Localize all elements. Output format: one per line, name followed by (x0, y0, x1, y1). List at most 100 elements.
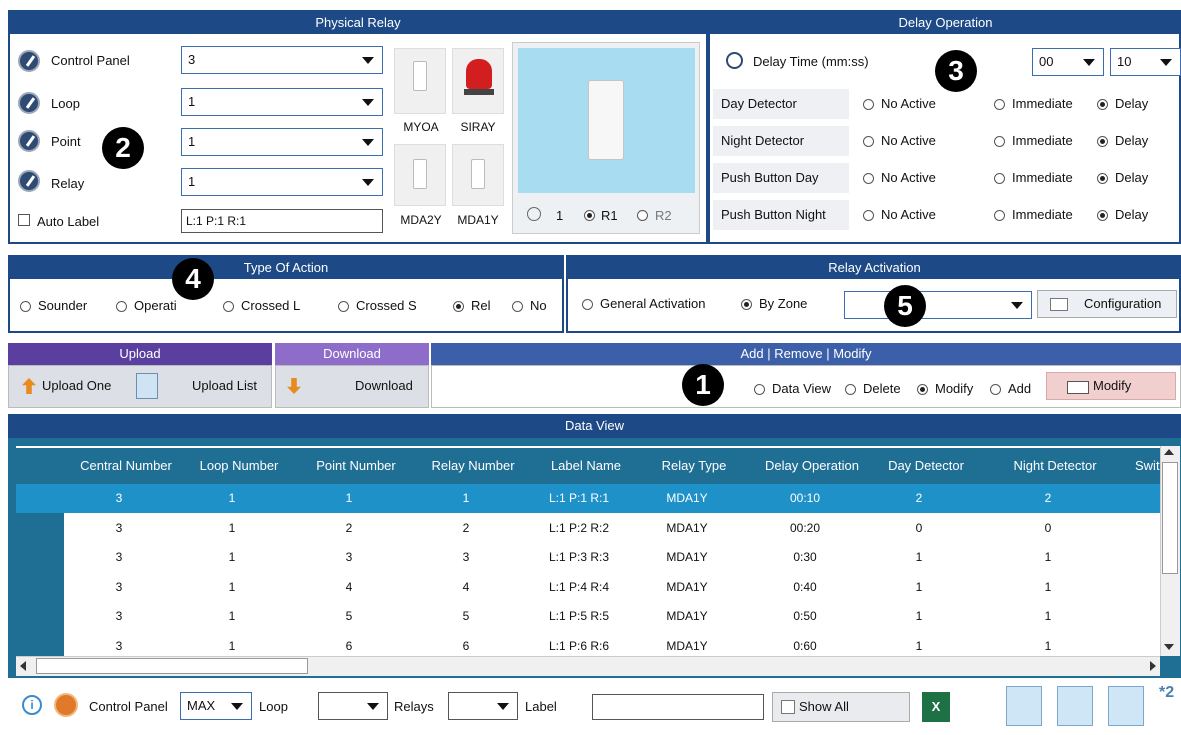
pin-icon (527, 207, 541, 221)
table-row[interactable]: 3 1 4 4 L:1 P:4 R:4 MDA1Y 0:40 1 1 (64, 573, 1160, 602)
data-view-radio[interactable] (754, 384, 765, 395)
delay-row-label: Day Detector (713, 89, 849, 119)
badge-4: 4 (172, 258, 214, 300)
label-field[interactable]: L:1 P:1 R:1 (181, 209, 383, 233)
add-radio[interactable] (990, 384, 1001, 395)
delay-minutes-select[interactable]: 00 (1032, 48, 1104, 76)
badge-3: 3 (935, 50, 977, 92)
cell-night-detector: 2 (1044, 491, 1052, 505)
delay-radio[interactable] (1097, 173, 1108, 184)
no-active-radio[interactable] (863, 173, 874, 184)
delay-operation-header: Delay Operation (710, 12, 1181, 34)
horizontal-scroll-thumb[interactable] (36, 658, 308, 674)
footer-label-field[interactable] (592, 694, 764, 720)
control-panel-label: Control Panel (51, 53, 130, 68)
upload-list-button[interactable]: Upload List (130, 373, 268, 401)
device-mda1y-thumbnail[interactable] (452, 144, 504, 206)
fit-width-icon[interactable] (1057, 686, 1093, 726)
footer-relays-label: Relays (394, 699, 434, 714)
column-delay-operation[interactable]: Delay Operation (747, 448, 877, 484)
zone-select[interactable] (844, 291, 1032, 319)
show-all-button[interactable]: Show All (772, 692, 910, 722)
footer-relays-select[interactable] (448, 692, 518, 720)
no-active-radio[interactable] (863, 99, 874, 110)
immediate-radio[interactable] (994, 173, 1005, 184)
relay-select[interactable]: 1 (181, 168, 383, 196)
immediate-label: Immediate (1012, 207, 1073, 222)
delay-radio[interactable] (1097, 210, 1108, 221)
operation-label: Operati (134, 298, 177, 313)
siren-base (464, 89, 494, 95)
scroll-left-icon[interactable] (20, 661, 26, 671)
upload-arrow-icon (22, 378, 36, 394)
cell-night-detector: 1 (1044, 550, 1052, 564)
operation-radio[interactable] (116, 301, 127, 312)
vertical-scroll-thumb[interactable] (1162, 462, 1178, 574)
scroll-up-icon[interactable] (1164, 449, 1174, 455)
footer-control-panel-select[interactable]: MAX (180, 692, 252, 720)
crossed-s-radio[interactable] (338, 301, 349, 312)
column-day-detector[interactable]: Day Detector (877, 448, 975, 484)
column-label-name[interactable]: Label Name (531, 448, 641, 484)
upload-one-button[interactable]: Upload One (12, 373, 124, 401)
immediate-radio[interactable] (994, 136, 1005, 147)
cell-label-name: L:1 P:1 R:1 (548, 491, 610, 505)
r2-radio[interactable] (637, 210, 648, 221)
general-activation-radio[interactable] (582, 299, 593, 310)
upload-list-icon (136, 373, 158, 399)
loop-select[interactable]: 1 (181, 88, 383, 116)
sounder-radio[interactable] (20, 301, 31, 312)
fit-height-icon[interactable] (1108, 686, 1144, 726)
column-relay-type[interactable]: Relay Type (641, 448, 747, 484)
modify-radio[interactable] (917, 384, 928, 395)
device-siray-thumbnail[interactable] (452, 48, 504, 114)
scroll-down-icon[interactable] (1164, 644, 1174, 650)
no-action-radio[interactable] (512, 301, 523, 312)
immediate-radio[interactable] (994, 99, 1005, 110)
excel-export-icon[interactable]: X (922, 692, 950, 722)
no-active-radio[interactable] (863, 136, 874, 147)
column-night-detector[interactable]: Night Detector (975, 448, 1135, 484)
download-button[interactable]: Download (279, 373, 425, 401)
relay-action-radio[interactable] (453, 301, 464, 312)
corner-marker: *2 (1159, 684, 1175, 701)
delay-seconds-select[interactable]: 10 (1110, 48, 1181, 76)
column-central-number[interactable]: Central Number (71, 448, 181, 484)
footer-label-label: Label (525, 699, 557, 714)
delay-radio[interactable] (1097, 136, 1108, 147)
column-loop-number[interactable]: Loop Number (181, 448, 297, 484)
configuration-button[interactable]: Configuration (1037, 290, 1177, 318)
relay-module-icon (588, 80, 624, 160)
delete-radio[interactable] (845, 384, 856, 395)
modify-button[interactable]: Modify (1046, 372, 1176, 400)
immediate-radio[interactable] (994, 210, 1005, 221)
by-zone-radio[interactable] (741, 299, 752, 310)
cell-relay-number: 5 (462, 609, 470, 623)
modify-label: Modify (935, 381, 974, 396)
device-myoa-thumbnail[interactable] (394, 48, 446, 114)
column-relay-number[interactable]: Relay Number (415, 448, 531, 484)
info-icon[interactable]: i (22, 695, 42, 715)
table-row[interactable]: 3 1 2 2 L:1 P:2 R:2 MDA1Y 00:20 0 0 (64, 514, 1160, 543)
table-row[interactable]: 3 1 3 3 L:1 P:3 R:3 MDA1Y 0:30 1 1 (64, 543, 1160, 572)
footer-loop-select[interactable] (318, 692, 388, 720)
column-point-number[interactable]: Point Number (297, 448, 415, 484)
control-panel-icon (18, 50, 40, 72)
expand-all-icon[interactable] (1006, 686, 1042, 726)
r1-radio[interactable] (584, 210, 595, 221)
cell-delay-operation: 0:40 (793, 579, 817, 594)
scroll-right-icon[interactable] (1150, 661, 1156, 671)
crossed-l-radio[interactable] (223, 301, 234, 312)
point-select[interactable]: 1 (181, 128, 383, 156)
device-mda2y-thumbnail[interactable] (394, 144, 446, 206)
no-active-radio[interactable] (863, 210, 874, 221)
control-panel-select[interactable]: 3 (181, 46, 383, 74)
device-mda2y-label: MDA2Y (400, 213, 442, 227)
auto-label-checkbox[interactable] (18, 214, 30, 226)
table-row[interactable]: 3 1 5 5 L:1 P:5 R:5 MDA1Y 0:50 1 1 (64, 602, 1160, 631)
delay-radio[interactable] (1097, 99, 1108, 110)
by-zone-label: By Zone (759, 296, 808, 311)
delay-row-label: Night Detector (713, 126, 849, 156)
search-icon[interactable] (54, 693, 78, 717)
table-row[interactable]: 3 1 1 1 L:1 P:1 R:1 MDA1Y 00:10 2 2 (16, 484, 1160, 513)
